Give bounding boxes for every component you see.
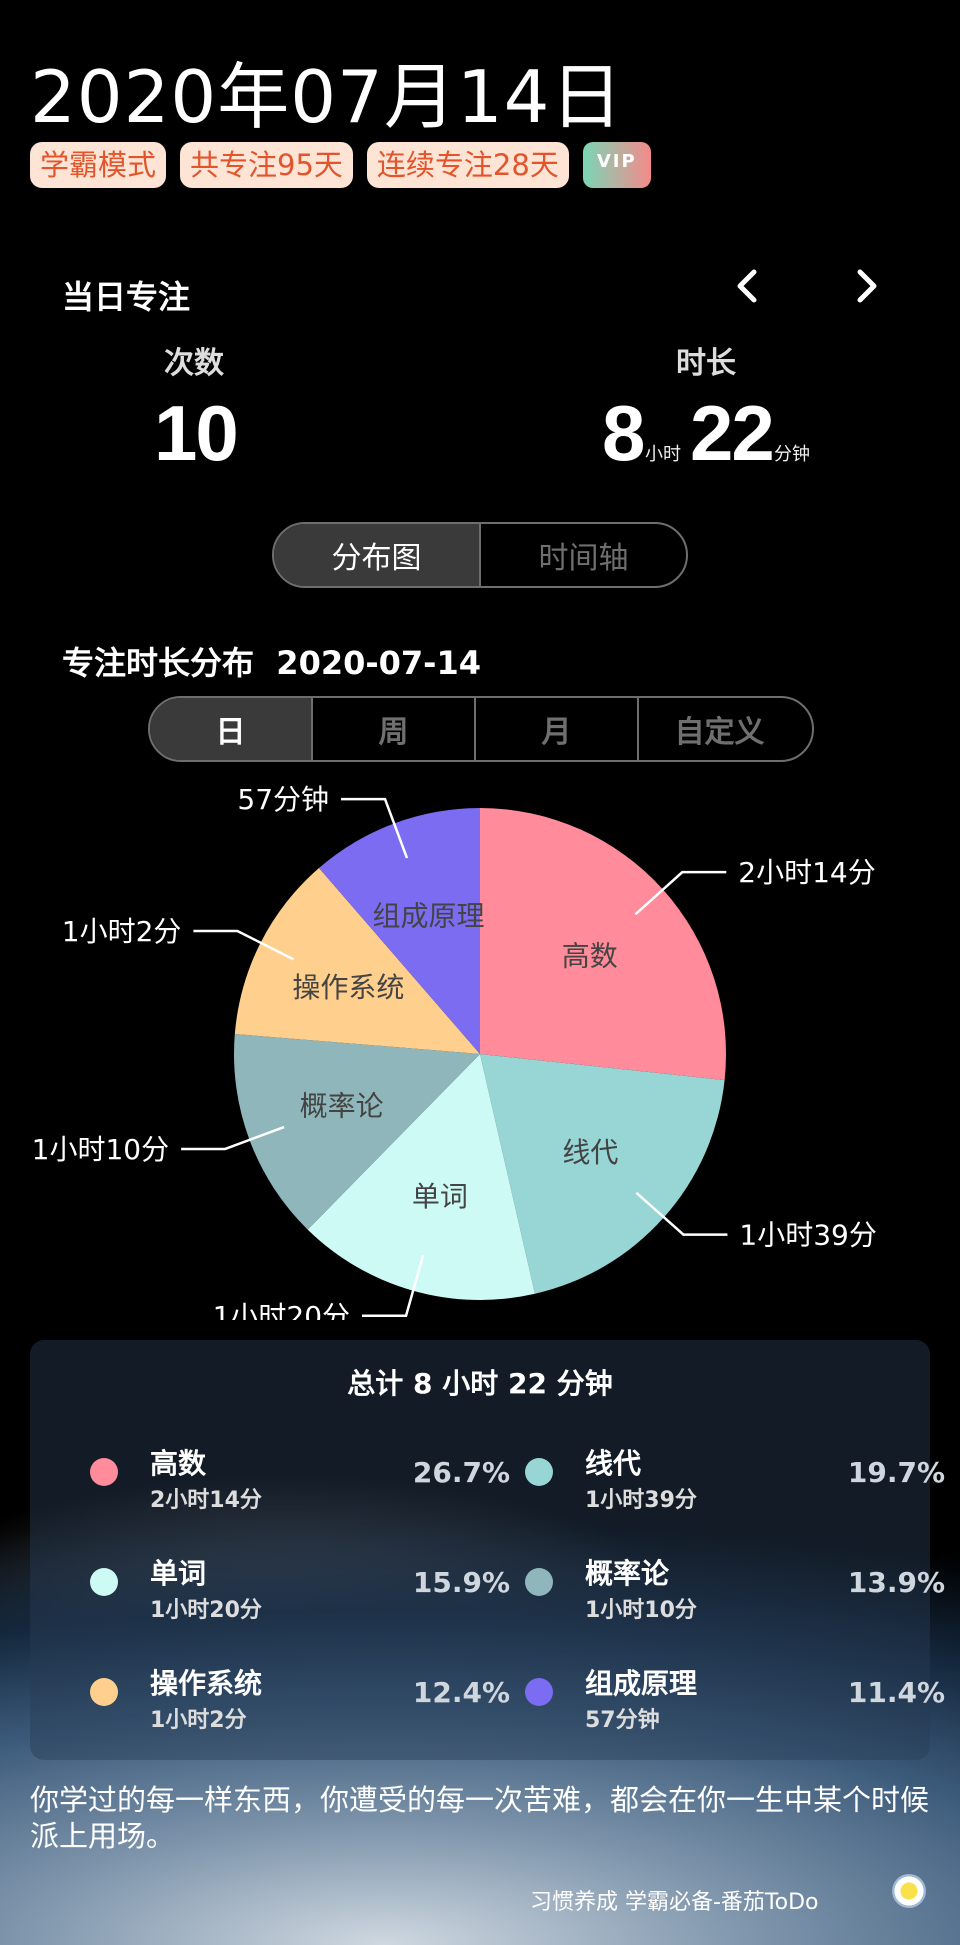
duration-hours: 8 (602, 389, 645, 477)
slice-label: 概率论 (300, 1090, 384, 1123)
badge-total-days[interactable]: 共专注95天 (180, 142, 353, 188)
slice-label: 组成原理 (372, 900, 484, 933)
legend-duration: 2小时14分 (150, 1488, 262, 1513)
legend-duration: 1小时2分 (150, 1708, 247, 1733)
tab-distribution[interactable]: 分布图 (274, 524, 479, 586)
legend-percent: 12.4% (412, 1676, 510, 1709)
legend-name: 线代 (585, 1447, 642, 1480)
hours-unit: 小时 (645, 444, 681, 465)
legend-name: 组成原理 (585, 1667, 698, 1700)
slice-value-label: 1小时10分 (32, 1133, 169, 1166)
tab-day[interactable]: 日 (150, 698, 311, 760)
distribution-title: 专注时长分布 2020-07-14 (62, 638, 481, 684)
slice-value-label: 57分钟 (237, 783, 329, 816)
view-toggle: 分布图 时间轴 (272, 522, 688, 588)
legend-color-dot (525, 1568, 553, 1596)
badge-mode[interactable]: 学霸模式 (30, 142, 167, 188)
duration-minutes: 22 (690, 389, 775, 477)
distribution-title-text: 专注时长分布 (62, 644, 255, 682)
legend-name: 高数 (150, 1447, 207, 1480)
legend-percent: 15.9% (412, 1566, 510, 1599)
focus-pie-chart: 高数 2小时14分线代 1小时39分 单词 1小时20分 概率论 1小时10分 操作系统 1小时… (32, 783, 877, 1320)
legend-color-dot (90, 1568, 118, 1596)
legend-percent: 11.4% (847, 1676, 945, 1709)
legend-color-dot (90, 1458, 118, 1486)
legend-color-dot (525, 1458, 553, 1486)
tab-timeline[interactable]: 时间轴 (479, 524, 686, 586)
range-toggle: 日 周 月 自定义 (148, 696, 814, 762)
legend-name: 单词 (150, 1557, 207, 1590)
legend-color-dot (525, 1678, 553, 1706)
page-date-title: 2020年07月14日 (30, 55, 624, 139)
vip-badge[interactable]: VIP (582, 142, 651, 188)
slice-value-label: 1小时39分 (739, 1219, 876, 1252)
footer-slogan: 习惯养成 学霸必备-番茄ToDo (530, 1890, 819, 1915)
legend-duration: 57分钟 (585, 1708, 660, 1733)
slice-value-label: 1小时20分 (213, 1300, 350, 1320)
legend-item: 组成原理 57分钟 11.4% (525, 1662, 945, 1752)
app-logo-icon[interactable] (892, 1874, 926, 1908)
total-duration: 总计 8 小时 22 分钟 (347, 1367, 613, 1400)
daily-focus-title: 当日专注 (62, 278, 191, 316)
legend-item: 概率论 1小时10分 13.9% (525, 1552, 945, 1642)
legend-color-dot (90, 1678, 118, 1706)
slice-label: 线代 (562, 1136, 618, 1169)
minutes-unit: 分钟 (774, 444, 810, 465)
slice-value-label: 2小时14分 (738, 856, 875, 889)
legend-percent: 19.7% (847, 1456, 945, 1489)
next-day-icon[interactable] (846, 266, 886, 306)
legend-duration: 1小时10分 (585, 1598, 697, 1623)
legend-item: 操作系统 1小时2分 12.4% (90, 1662, 510, 1752)
tab-custom[interactable]: 自定义 (637, 698, 800, 760)
count-label: 次数 (164, 346, 224, 381)
legend-duration: 1小时39分 (585, 1488, 697, 1513)
legend-duration: 1小时20分 (150, 1598, 262, 1623)
distribution-date: 2020-07-14 (276, 644, 481, 682)
tab-month[interactable]: 月 (474, 698, 637, 760)
badge-row: 学霸模式 共专注95天 连续专注28天 VIP (30, 142, 651, 188)
slice-label: 操作系统 (292, 971, 404, 1004)
legend-percent: 26.7% (412, 1456, 510, 1489)
slice-value-label: 1小时2分 (62, 915, 182, 948)
slice-label: 单词 (412, 1180, 468, 1213)
legend-item: 单词 1小时20分 15.9% (90, 1552, 510, 1642)
legend-percent: 13.9% (847, 1566, 945, 1599)
legend-item: 线代 1小时39分 19.7% (525, 1442, 945, 1532)
quote-text: 你学过的每一样东西，你遭受的每一次苦难，都会在你一生中某个时候派上用场。 (30, 1783, 930, 1853)
badge-streak[interactable]: 连续专注28天 (366, 142, 569, 188)
count-value: 10 (154, 389, 239, 477)
legend-item: 高数 2小时14分 26.7% (90, 1442, 510, 1532)
legend-name: 概率论 (585, 1557, 670, 1590)
legend-name: 操作系统 (150, 1667, 263, 1700)
prev-day-icon[interactable] (728, 266, 768, 306)
slice-label: 高数 (562, 939, 618, 972)
tab-week[interactable]: 周 (311, 698, 474, 760)
duration-label: 时长 (676, 346, 736, 381)
